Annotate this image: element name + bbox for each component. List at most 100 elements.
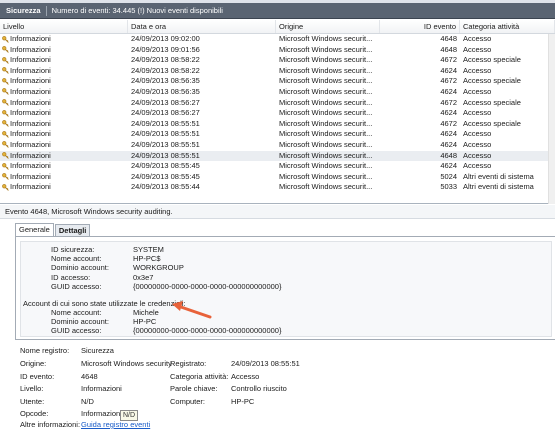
prop-label: Registrato: [170,359,207,368]
tab-details[interactable]: Dettagli [54,224,91,236]
table-row[interactable]: Informazioni 24/09/2013 08:55:44 Microsoft… [0,182,555,193]
column-header-date[interactable]: Data e ora [128,20,276,33]
prop-label: Origine: [20,359,47,368]
cell-source-text: Microsoft Windows securit... [279,129,373,139]
cell-event-id: 4672 [380,119,460,130]
cell-category-text: Accesso speciale [463,118,521,128]
prop-keywords: Parole chiave: Controllo riuscito [170,383,287,394]
table-row[interactable]: Informazioni 24/09/2013 08:58:22 Microsoft… [0,55,555,66]
cell-date-text: 24/09/2013 08:55:44 [131,182,200,192]
column-header-level[interactable]: Livello [0,20,128,33]
prop-level: Livello: Informazioni [20,383,122,394]
cell-category-text: Accesso speciale [463,76,521,86]
detail-field: GUID accesso: {00000000-0000-0000-0000-00… [51,326,281,335]
cell-category: Accesso [460,34,555,45]
detail-field-label: ID sicurezza: [51,245,95,254]
column-header-event-id[interactable]: ID evento [380,20,460,33]
cell-event-id: 4624 [380,140,460,151]
table-row[interactable]: Informazioni 24/09/2013 08:55:45 Microsoft… [0,171,555,183]
prop-value: Microsoft Windows security [81,359,172,368]
cell-event-id-text: 4624 [440,108,457,118]
cell-category: Accesso speciale [460,98,555,109]
cell-category-text: Accesso [463,161,492,171]
key-icon [2,67,9,75]
cell-level-text: Informazioni [10,97,51,107]
cell-event-id-text: 5024 [440,171,457,181]
table-row[interactable]: Informazioni 24/09/2013 08:55:51 Microsoft… [0,140,555,151]
cell-level-text: Informazioni [10,34,51,43]
table-scrollbar[interactable] [548,34,555,204]
prop-value: N/D [81,397,94,406]
cell-category-text: Altri eventi di sistema [463,171,534,181]
cell-date: 24/09/2013 08:55:51 [128,140,276,151]
prop-label: Computer: [170,397,206,406]
cell-date: 24/09/2013 08:55:51 [128,151,276,162]
cell-date: 24/09/2013 08:55:51 [128,129,276,140]
table-row[interactable]: Informazioni 24/09/2013 08:55:51 Microsoft… [0,129,555,140]
cell-level: Informazioni [0,172,128,183]
column-header-category[interactable]: Categoria attività [460,20,555,33]
title-separator [45,6,47,17]
cell-source-text: Microsoft Windows securit... [279,86,373,96]
log-title-bar: Sicurezza Numero di eventi: 34.445 (!) Nu… [0,3,555,19]
cell-date: 24/09/2013 08:56:35 [128,87,276,98]
key-icon [2,141,9,149]
cell-date: 24/09/2013 09:02:00 [128,34,276,45]
cell-source-text: Microsoft Windows securit... [279,44,373,54]
key-icon [2,162,9,170]
detail-field-label: GUID accesso: [51,326,102,336]
table-row[interactable]: Informazioni 24/09/2013 08:55:51 Microsoft… [0,150,555,162]
cell-level-text: Informazioni [10,161,51,171]
table-row[interactable]: Informazioni 24/09/2013 08:55:51 Microsoft… [0,119,555,130]
table-row[interactable]: Informazioni 24/09/2013 08:56:27 Microsoft… [0,98,555,109]
table-row[interactable]: Informazioni 24/09/2013 08:56:35 Microsoft… [0,76,555,87]
prop-value: Controllo riuscito [231,384,287,393]
cell-event-id-text: 4624 [440,65,457,75]
table-row[interactable]: Informazioni 24/09/2013 09:02:00 Microsoft… [0,34,555,45]
cell-source-text: Microsoft Windows securit... [279,34,373,43]
table-row[interactable]: Informazioni 24/09/2013 08:56:35 Microsoft… [0,86,555,98]
cell-date: 24/09/2013 08:55:44 [128,182,276,193]
cell-level: Informazioni [0,182,128,193]
event-log-help-link[interactable]: Guida registro eventi [81,420,150,429]
cell-date-text: 24/09/2013 08:55:51 [131,118,200,128]
cell-event-id: 4672 [380,98,460,109]
cell-event-id: 4624 [380,108,460,119]
key-icon [2,56,9,64]
prop-logged: Registrato: 24/09/2013 08:55:51 [170,358,300,369]
cell-category: Accesso [460,140,555,151]
table-row[interactable]: Informazioni 24/09/2013 09:01:56 Microsoft… [0,44,555,56]
cell-category-text: Accesso speciale [463,55,521,65]
prop-label: ID evento: [20,372,55,381]
cell-category: Accesso speciale [460,119,555,130]
cell-level: Informazioni [0,76,128,87]
cell-level: Informazioni [0,140,128,151]
cell-category-text: Accesso [463,44,492,54]
table-header: Livello Data e ora Origine ID evento Cat… [0,20,555,34]
cell-event-id: 4648 [380,45,460,56]
tab-general[interactable]: Generale [15,223,54,237]
cell-level: Informazioni [0,129,128,140]
prop-value: Informazioni [81,384,122,393]
table-row[interactable]: Informazioni 24/09/2013 08:58:22 Microsoft… [0,65,555,77]
cell-category: Accesso [460,108,555,119]
cell-source-text: Microsoft Windows securit... [279,118,373,128]
key-icon [2,152,9,159]
cell-source-text: Microsoft Windows securit... [279,55,373,65]
event-detail-title: Evento 4648, Microsoft Windows security … [0,205,555,219]
prop-value: Accesso [231,372,260,381]
column-header-source[interactable]: Origine [276,20,380,33]
cell-date: 24/09/2013 08:56:35 [128,76,276,87]
cell-category: Accesso speciale [460,55,555,66]
prop-label: Altre informazioni: [20,420,81,429]
table-row[interactable]: Informazioni 24/09/2013 08:55:45 Microsoft… [0,161,555,172]
cell-date: 24/09/2013 08:56:27 [128,108,276,119]
cell-category: Accesso [460,129,555,140]
detail-field: Dominio account: HP-PC [51,317,156,326]
cell-date: 24/09/2013 08:55:51 [128,119,276,130]
table-row[interactable]: Informazioni 24/09/2013 08:56:27 Microsoft… [0,108,555,119]
cell-level-text: Informazioni [10,129,51,139]
detail-field: ID accesso: 0x3e7 [51,273,153,282]
cell-level: Informazioni [0,119,128,130]
cell-event-id-text: 4648 [440,44,457,54]
